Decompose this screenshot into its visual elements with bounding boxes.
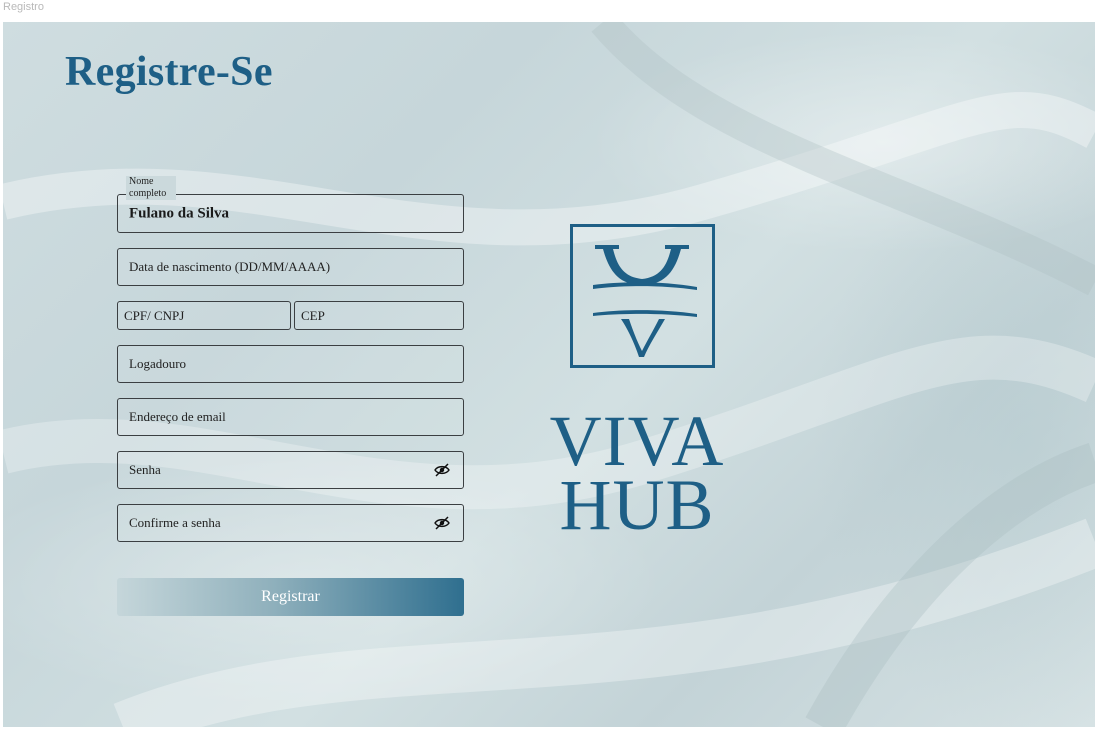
email-placeholder: Endereço de email bbox=[129, 409, 226, 424]
viva-hub-logo: VIVA HUB bbox=[529, 222, 745, 541]
birth-date-placeholder: Data de nascimento (DD/MM/AAAA) bbox=[129, 259, 331, 274]
cpf-cnpj-field[interactable]: CPF/ CNPJ bbox=[117, 301, 291, 330]
full-name-field[interactable]: Nome completo Fulano da Silva bbox=[117, 176, 464, 233]
eye-off-icon[interactable] bbox=[434, 463, 450, 477]
logo-word-hub: HUB bbox=[559, 465, 715, 545]
cpf-cnpj-placeholder: CPF/ CNPJ bbox=[124, 307, 185, 323]
eye-off-icon[interactable] bbox=[434, 516, 450, 530]
registration-page: Registre-Se Nome completo Fulano da Silv… bbox=[3, 22, 1095, 727]
birth-date-field[interactable]: Data de nascimento (DD/MM/AAAA) bbox=[117, 248, 464, 286]
full-name-label: Nome completo bbox=[126, 176, 176, 200]
password-placeholder: Senha bbox=[129, 462, 161, 477]
register-button[interactable]: Registrar bbox=[117, 578, 464, 616]
logo-emblem-mark bbox=[593, 245, 697, 357]
window-title: Registro bbox=[3, 1, 44, 13]
page-title: Registre-Se bbox=[65, 49, 273, 95]
street-field[interactable]: Logadouro bbox=[117, 345, 464, 383]
confirm-password-placeholder: Confirme a senha bbox=[129, 515, 221, 530]
confirm-password-field[interactable]: Confirme a senha bbox=[117, 504, 464, 542]
cep-field[interactable]: CEP bbox=[294, 301, 464, 330]
email-field[interactable]: Endereço de email bbox=[117, 398, 464, 436]
cep-placeholder: CEP bbox=[301, 307, 325, 323]
logo-emblem bbox=[570, 224, 715, 368]
full-name-value: Fulano da Silva bbox=[129, 205, 230, 221]
street-placeholder: Logadouro bbox=[129, 356, 187, 371]
password-field[interactable]: Senha bbox=[117, 451, 464, 489]
